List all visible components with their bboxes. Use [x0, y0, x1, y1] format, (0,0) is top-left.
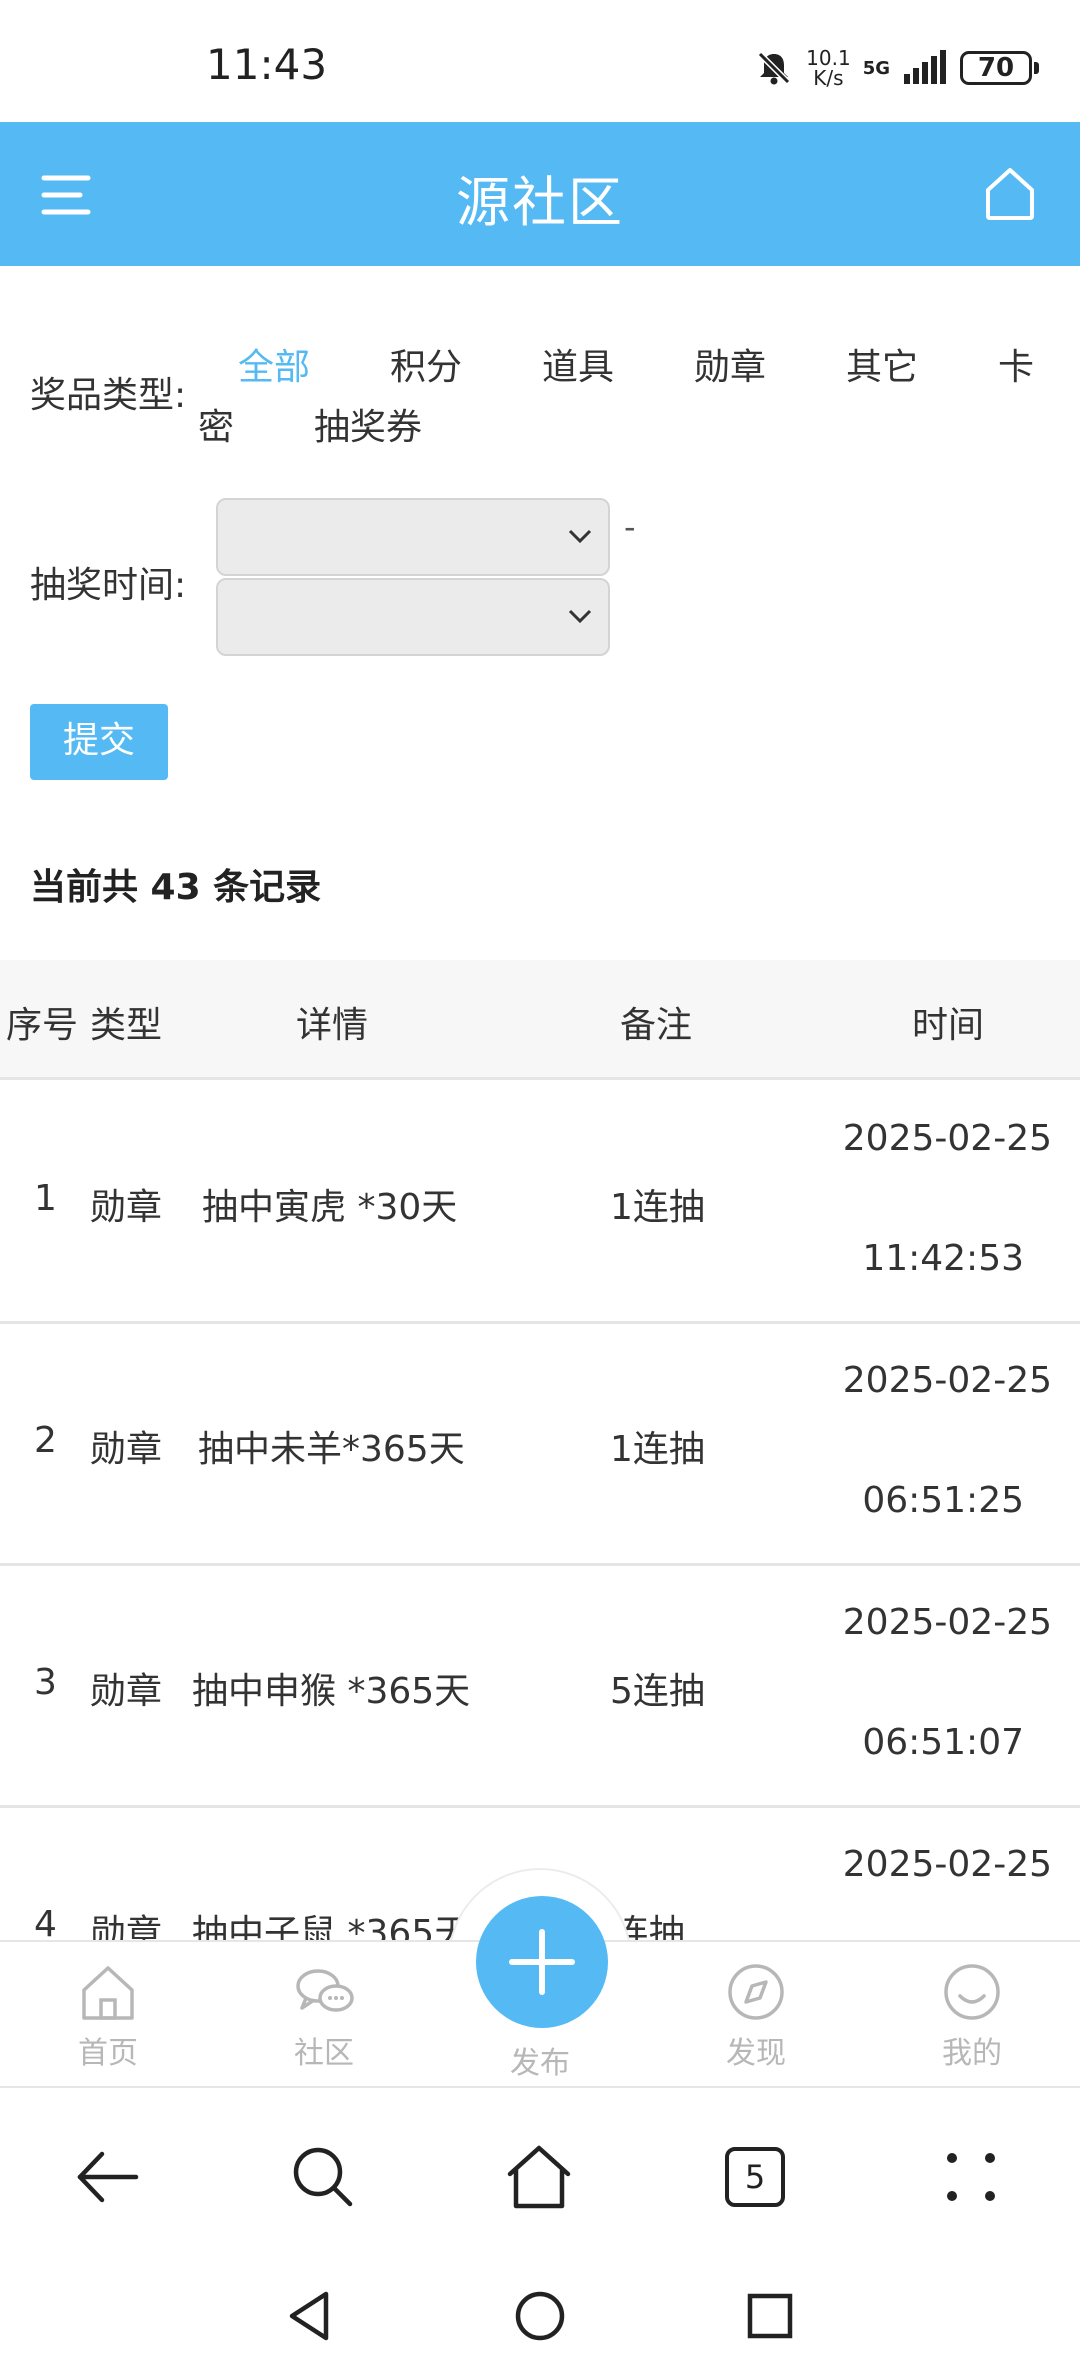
- row-clock: 06:51:07: [862, 1722, 1024, 1763]
- tab-publish-label: 发布: [510, 2046, 570, 2081]
- column-header-type: 类型: [90, 1005, 163, 1046]
- table-row[interactable]: 2 勋章 抽中未羊*365天 1连抽 2025-02-25 06:51:25: [0, 1324, 1080, 1566]
- row-note: 5连抽: [610, 1671, 705, 1712]
- status-bar: 11:43 10.1 K/s 5G 70: [0, 0, 1080, 122]
- network-type: 5G: [862, 57, 890, 79]
- tab-discover-label: 发现: [726, 2036, 786, 2071]
- tabs-icon[interactable]: 5: [720, 2142, 790, 2212]
- row-clock: 11:42:53: [862, 1238, 1024, 1279]
- home-icon[interactable]: [980, 162, 1040, 224]
- chevron-down-icon: [568, 529, 592, 544]
- tab-discover[interactable]: 发现: [686, 1962, 826, 2072]
- more-dots-icon[interactable]: [936, 2142, 1006, 2212]
- prize-type-card-key[interactable]: 卡: [998, 338, 1034, 390]
- app-header: 源社区: [0, 122, 1080, 266]
- system-navigation-bar: [0, 2258, 1080, 2376]
- draw-time-label: 抽奖时间:: [30, 565, 187, 606]
- row-clock: 06:51:25: [862, 1480, 1024, 1521]
- prize-type-items[interactable]: 道具: [542, 338, 614, 390]
- tab-home-label: 首页: [78, 2036, 138, 2071]
- column-header-index: 序号: [6, 1005, 79, 1046]
- row-type: 勋章: [90, 1429, 163, 1470]
- prize-type-card-key-wrap[interactable]: 密: [198, 398, 234, 450]
- table-row[interactable]: 3 勋章 抽中申猴 *365天 5连抽 2025-02-25 06:51:07: [0, 1566, 1080, 1808]
- record-count: 当前共 43 条记录: [30, 867, 322, 908]
- prize-type-points[interactable]: 积分: [390, 338, 462, 390]
- back-triangle-icon[interactable]: [280, 2286, 340, 2346]
- chat-bubbles-icon: [296, 1969, 354, 2012]
- row-type: 勋章: [90, 1187, 163, 1228]
- row-date: 2025-02-25: [842, 1602, 1052, 1643]
- tab-community[interactable]: 社区: [254, 1962, 394, 2072]
- row-index: 4: [34, 1904, 57, 1945]
- status-time: 11:43: [206, 40, 328, 89]
- compass-icon: [728, 1964, 784, 2020]
- back-arrow-icon[interactable]: [72, 2142, 142, 2212]
- prize-type-label: 奖品类型:: [30, 375, 187, 416]
- prize-type-all[interactable]: 全部: [238, 338, 310, 390]
- mute-bell-icon: [758, 51, 791, 85]
- recents-square-icon[interactable]: [740, 2286, 800, 2346]
- row-detail: 抽中申猴 *365天: [192, 1671, 471, 1712]
- tab-home[interactable]: 首页: [38, 1962, 178, 2072]
- time-end-select[interactable]: [216, 578, 610, 656]
- tab-community-label: 社区: [294, 2036, 354, 2071]
- row-detail: 抽中未羊*365天: [198, 1429, 465, 1470]
- row-date: 2025-02-25: [842, 1118, 1052, 1159]
- row-index: 1: [34, 1178, 57, 1219]
- prize-type-lottery-ticket[interactable]: 抽奖券: [314, 398, 422, 450]
- column-header-detail: 详情: [296, 1005, 369, 1046]
- smiley-icon: [944, 1964, 1000, 2020]
- table-header: 序号 类型 详情 备注 时间: [0, 960, 1080, 1080]
- chevron-down-icon: [568, 609, 592, 624]
- prize-type-other[interactable]: 其它: [846, 338, 918, 390]
- row-index: 3: [34, 1662, 57, 1703]
- battery-indicator: 70: [960, 51, 1039, 85]
- time-start-select[interactable]: [216, 498, 610, 576]
- tab-mine[interactable]: 我的: [902, 1962, 1042, 2072]
- home-icon[interactable]: [504, 2142, 574, 2212]
- submit-button[interactable]: 提交: [30, 704, 168, 780]
- status-icons: 10.1 K/s 5G 70: [754, 44, 1039, 92]
- row-note: 1连抽: [610, 1429, 705, 1470]
- prize-type-medals[interactable]: 勋章: [694, 338, 766, 390]
- search-icon[interactable]: [288, 2142, 358, 2212]
- tab-count: 5: [725, 2147, 785, 2207]
- row-type: 勋章: [90, 1671, 163, 1712]
- publish-button[interactable]: [476, 1896, 608, 2028]
- tab-mine-label: 我的: [942, 2036, 1002, 2071]
- row-date: 2025-02-25: [842, 1844, 1052, 1885]
- row-detail: 抽中寅虎 *30天: [202, 1187, 458, 1228]
- time-range-separator: -: [624, 508, 636, 546]
- column-header-note: 备注: [620, 1005, 693, 1046]
- row-index: 2: [34, 1420, 57, 1461]
- signal-icon: [904, 50, 946, 84]
- page-title: 源社区: [456, 171, 624, 234]
- home-outline-icon: [82, 1966, 134, 2020]
- table-row[interactable]: 1 勋章 抽中寅虎 *30天 1连抽 2025-02-25 11:42:53: [0, 1082, 1080, 1324]
- home-circle-icon[interactable]: [510, 2286, 570, 2346]
- plus-icon: [509, 1929, 575, 1995]
- row-note: 1连抽: [610, 1187, 705, 1228]
- row-date: 2025-02-25: [842, 1360, 1052, 1401]
- column-header-time: 时间: [912, 1005, 985, 1046]
- browser-toolbar: 5: [0, 2088, 1080, 2258]
- net-speed: 10.1 K/s: [806, 46, 851, 90]
